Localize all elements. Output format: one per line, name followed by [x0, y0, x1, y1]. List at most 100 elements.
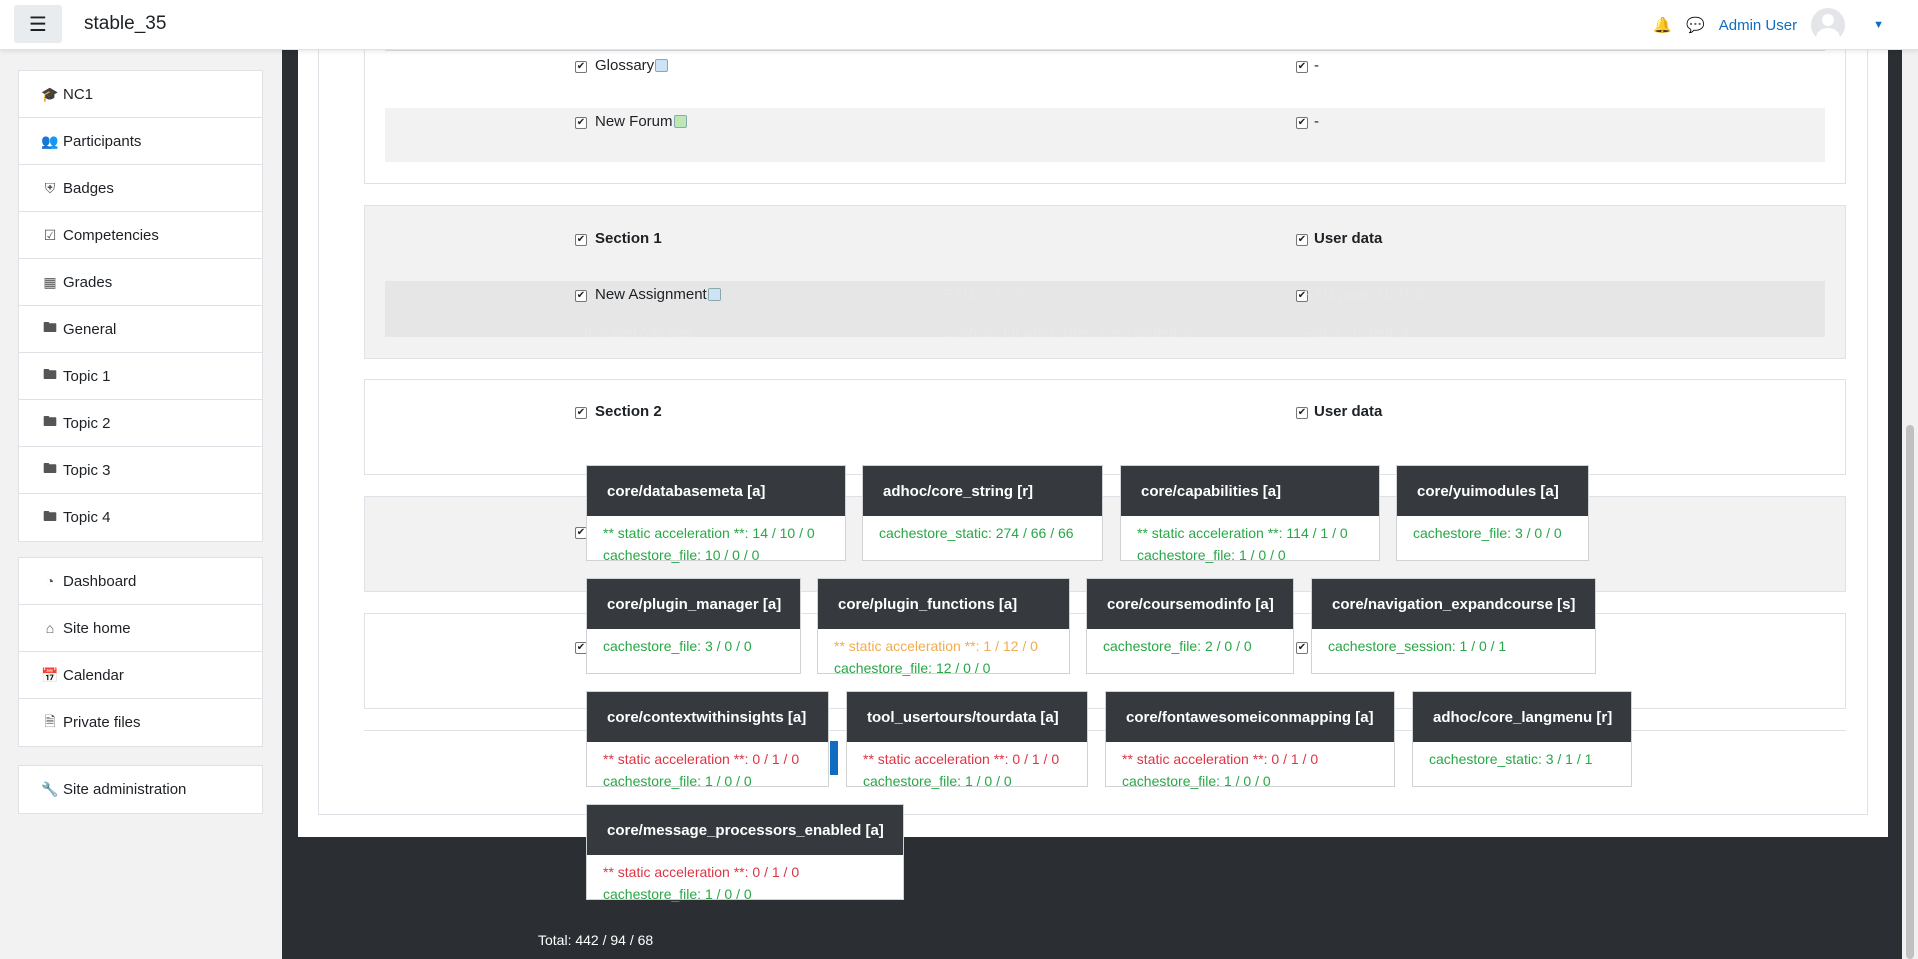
checkbox-new-assignment[interactable]: ✔ — [575, 290, 587, 302]
site-nav: ◔ Dashboard ⌂ Site home 📅 Calendar 🗎 Private… — [18, 557, 263, 747]
nav-label: Grades — [63, 273, 113, 291]
user-name[interactable]: Admin User — [1719, 17, 1797, 34]
cache-line: cachestore_file: 10 / 0 / 0 — [603, 547, 760, 563]
cache-line: ** static acceleration **: 114 / 1 / 0 — [1137, 525, 1348, 541]
nav-item-site-home[interactable]: ⌂ Site home — [19, 605, 262, 652]
checkbox-section-2[interactable]: ✔ — [575, 407, 587, 419]
assignment-icon — [707, 288, 721, 301]
nav-label: Participants — [63, 132, 142, 150]
cache-line: ** static acceleration **: 1 / 12 / 0 — [834, 638, 1038, 654]
cache-capabilities: core/capabilities [a] ** static accelera… — [1120, 465, 1380, 563]
scrollbar-thumb[interactable] — [1906, 425, 1914, 959]
nav-label: Topic 3 — [63, 461, 111, 479]
cache-title: adhoc/core_langmenu [r] — [1413, 692, 1631, 742]
bell-icon[interactable]: 🔔 — [1653, 16, 1672, 34]
nav-item-topic-4[interactable]: 🖿 Topic 4 — [19, 494, 262, 541]
cache-title: core/plugin_manager [a] — [587, 579, 800, 629]
cache-title: adhoc/core_string [r] — [863, 466, 1102, 516]
cache-usertours-tourdata: tool_usertours/tourdata [a] ** static ac… — [846, 691, 1088, 789]
calendar-icon: 📅 — [41, 666, 59, 683]
cache-line: cachestore_file: 2 / 0 / 0 — [1103, 638, 1252, 654]
section-1-userdata-label: User data — [1314, 230, 1383, 247]
perf-contexts: Contexts for which filters were loaded: … — [944, 324, 1193, 340]
perf-filters-created: Filters created: 3 — [1304, 324, 1409, 340]
nav-item-site-administration[interactable]: 🔧 Site administration — [19, 766, 262, 813]
nav-item-calendar[interactable]: 📅 Calendar — [19, 652, 262, 699]
perf-included-files: Included 548 files — [584, 324, 693, 340]
nav-item-topic-2[interactable]: 🖿 Topic 2 — [19, 400, 262, 447]
checkbox-section-1-userdata[interactable]: ✔ — [1296, 234, 1308, 246]
cache-title: core/message_processors_enabled [a] — [587, 805, 903, 855]
chat-icon[interactable]: 💬 — [1686, 16, 1705, 34]
cache-line: cachestore_file: 1 / 0 / 0 — [603, 886, 752, 902]
checkbox-glossary-userdata[interactable]: ✔ — [1296, 61, 1308, 73]
button-fragment[interactable] — [830, 741, 838, 775]
cache-title: core/yuimodules [a] — [1397, 466, 1588, 516]
file-icon: 🗎 — [44, 712, 56, 729]
checkbox-section-4-userdata[interactable]: ✔ — [1296, 642, 1308, 654]
cache-title: core/contextwithinsights [a] — [587, 692, 828, 742]
check-square-icon: ☑ — [43, 226, 57, 243]
label-glossary: Glossary — [595, 57, 669, 74]
nav-item-badges[interactable]: ⛨ Badges — [19, 165, 262, 212]
nav-item-participants[interactable]: 👥 Participants — [19, 118, 262, 165]
cache-line: cachestore_static: 3 / 1 / 1 — [1429, 751, 1593, 767]
cache-title: tool_usertours/tourdata [a] — [847, 692, 1087, 742]
new-assignment-text: New Assignment — [595, 286, 707, 303]
checkbox-new-forum-userdata[interactable]: ✔ — [1296, 117, 1308, 129]
dashboard-icon: ◔ — [45, 573, 55, 589]
cache-line: ** static acceleration **: 14 / 10 / 0 — [603, 525, 815, 541]
nav-item-general[interactable]: 🖿 General — [19, 306, 262, 353]
checkbox-section-1[interactable]: ✔ — [575, 234, 587, 246]
folder-icon: 🖿 — [43, 460, 57, 476]
checkbox-glossary[interactable]: ✔ — [575, 61, 587, 73]
site-name[interactable]: stable_35 — [84, 13, 166, 35]
table-icon: ▦ — [43, 273, 57, 290]
hamburger-icon[interactable]: ☰ — [14, 5, 62, 43]
cache-line: ** static acceleration **: 0 / 1 / 0 — [1122, 751, 1319, 767]
nav-item-topic-1[interactable]: 🖿 Topic 1 — [19, 353, 262, 400]
section-1-label: Section 1 — [595, 230, 662, 247]
section-2-box — [364, 379, 1846, 475]
cache-title: core/databasemeta [a] — [587, 466, 845, 516]
cache-plugin-manager: core/plugin_manager [a] cachestore_file:… — [586, 578, 801, 674]
nav-label: Badges — [63, 179, 114, 197]
section-2-label: Section 2 — [595, 403, 662, 420]
divider — [385, 50, 1825, 51]
nav-item-topic-3[interactable]: 🖿 Topic 3 — [19, 447, 262, 494]
nav-item-nc1[interactable]: 🎓 NC1 — [19, 71, 262, 118]
glossary-text: Glossary — [595, 57, 655, 74]
caret-down-icon[interactable]: ▼ — [1873, 19, 1884, 31]
cache-line: ** static acceleration **: 0 / 1 / 0 — [863, 751, 1060, 767]
nav-label: Site administration — [63, 781, 187, 798]
cache-core-langmenu: adhoc/core_langmenu [r] cachestore_stati… — [1412, 691, 1632, 787]
cache-plugin-functions: core/plugin_functions [a] ** static acce… — [817, 578, 1070, 676]
nav-item-competencies[interactable]: ☑ Competencies — [19, 212, 262, 259]
nav-item-private-files[interactable]: 🗎 Private files — [19, 699, 262, 746]
user-menu: 🔔 💬 Admin User ▼ — [1653, 8, 1884, 42]
label-new-forum: New Forum — [595, 113, 687, 130]
folder-icon: 🖿 — [43, 413, 57, 429]
nav-label: Calendar — [63, 666, 124, 684]
nav-item-dashboard[interactable]: ◔ Dashboard — [19, 558, 262, 605]
cache-total: Total: 442 / 94 / 68 — [538, 932, 654, 948]
avatar[interactable] — [1811, 8, 1846, 42]
users-icon: 👥 — [41, 132, 59, 149]
cache-line: cachestore_file: 1 / 0 / 0 — [603, 773, 752, 789]
cache-title: core/navigation_expandcourse [s] — [1312, 579, 1595, 629]
cache-line: cachestore_file: 1 / 0 / 0 — [863, 773, 1012, 789]
nav-label: Private files — [63, 714, 141, 731]
folder-icon: 🖿 — [43, 366, 57, 382]
nav-label: Topic 4 — [63, 509, 111, 526]
checkbox-new-forum[interactable]: ✔ — [575, 117, 587, 129]
nav-item-grades[interactable]: ▦ Grades — [19, 259, 262, 306]
cache-line: cachestore_static: 274 / 66 / 66 — [879, 525, 1074, 541]
cache-line: cachestore_file: 12 / 0 / 0 — [834, 660, 991, 676]
nav-label: Dashboard — [63, 572, 137, 590]
admin-nav: 🔧 Site administration — [18, 765, 263, 814]
cache-databasemeta: core/databasemeta [a] ** static accelera… — [586, 465, 846, 563]
folder-icon: 🖿 — [43, 319, 57, 335]
dash-text: - — [1314, 57, 1319, 74]
checkbox-section-2-userdata[interactable]: ✔ — [1296, 407, 1308, 419]
cache-line: ** static acceleration **: 0 / 1 / 0 — [603, 751, 800, 767]
